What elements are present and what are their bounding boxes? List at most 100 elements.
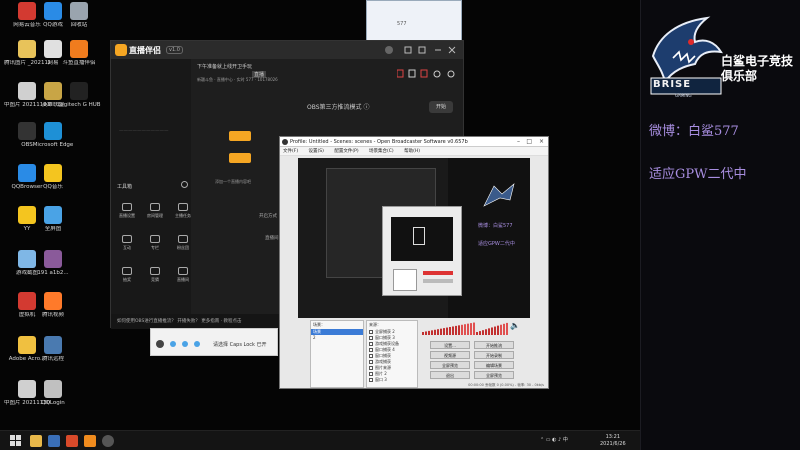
obs-control-button[interactable]: 编辑场景 [474, 361, 514, 369]
sidebar-hint: ——————————— [119, 129, 169, 134]
source-checkbox[interactable] [369, 360, 373, 364]
tools-refresh-icon[interactable] [181, 181, 188, 188]
meter-bar [491, 327, 493, 335]
obs-taskbar-icon[interactable] [102, 435, 114, 447]
source-label: 图片 2 [375, 371, 387, 376]
app-icon [44, 122, 62, 140]
obs-control-button[interactable]: 开始录制 [474, 351, 514, 359]
tool-button[interactable]: 房间管理 [145, 203, 165, 223]
meter-bar [467, 323, 469, 335]
obs-menu-scenes[interactable]: 场景集合(C) [369, 149, 394, 154]
tool-button[interactable]: 抽奖 [117, 267, 137, 287]
window-controls[interactable] [383, 45, 461, 55]
desktop-icon[interactable]: 191 a1b2... [30, 250, 76, 294]
meter-bar [425, 331, 427, 335]
live-top-text: 下午准备就上线开卫手玩 [197, 64, 253, 70]
club-name: 白鲨电子竞技 俱乐部 [721, 54, 793, 84]
tray-date: 2021/6/26 [600, 441, 626, 447]
tools-title: 工具箱 [117, 184, 133, 190]
obs-control-button[interactable]: 退出 [430, 371, 470, 379]
desktop-icon-label: 全屏图 [44, 226, 62, 232]
tool-icon [150, 235, 160, 243]
obs-control-button[interactable]: 设置... [430, 341, 470, 349]
obs-close-button[interactable]: × [539, 137, 544, 147]
meter-bar [485, 329, 487, 335]
source-checkbox[interactable] [369, 342, 373, 346]
tool-button[interactable]: 直播设置 [117, 203, 137, 223]
tool-button[interactable]: 互动 [117, 235, 137, 255]
source-checkbox[interactable] [369, 372, 373, 376]
desktop-icon[interactable]: Microsoft Edge [30, 122, 76, 166]
qq-window[interactable]: 577 [366, 0, 462, 42]
live-toolbar-icons[interactable] [397, 69, 459, 79]
tool-button[interactable]: 主播任务 [173, 203, 193, 223]
obs-minimize-button[interactable]: – [517, 137, 520, 147]
meter-bar [476, 332, 478, 335]
meter-bar [461, 324, 463, 335]
start-live-button[interactable]: 开始 [429, 101, 453, 113]
desktop-icon[interactable]: 全屏图 [30, 206, 76, 250]
app-icon [70, 40, 88, 58]
light-window-icons[interactable] [155, 339, 211, 349]
preview-obs-window [382, 206, 462, 296]
tool-button[interactable]: 专栏 [145, 235, 165, 255]
obs-control-button[interactable]: 全屏预览 [474, 371, 514, 379]
tool-button[interactable]: 竞猜 [145, 267, 165, 287]
source-checkbox[interactable] [369, 336, 373, 340]
desktop-icon[interactable]: QQ音乐 [30, 164, 76, 208]
obs-window[interactable]: Profile: Untitled - Scenes: scenes - Ope… [279, 136, 549, 389]
source-checkbox[interactable] [369, 354, 373, 358]
windows-start-icon[interactable] [10, 435, 22, 447]
desktop-icon[interactable]: QQLogin [30, 380, 76, 424]
scene-item-2[interactable] [229, 153, 251, 163]
scene-item-1[interactable] [229, 131, 251, 141]
obs-menu-help[interactable]: 帮助(H) [404, 149, 420, 154]
calculator-icon[interactable] [48, 435, 60, 447]
obs-control-button[interactable]: 视频源 [430, 351, 470, 359]
tool-button[interactable]: 粉丝团 [173, 235, 193, 255]
live-titlebar: 直播伴侣 v1.0 [111, 41, 463, 59]
source-label: 窗口捕获 [375, 353, 391, 358]
light-window[interactable]: 请选择 Caps Lock 已开 [150, 328, 278, 356]
obs-control-button[interactable]: 开始推流 [474, 341, 514, 349]
tool-button[interactable]: 直播间 [173, 267, 193, 287]
obs-preview[interactable]: 微博：白鲨577 适应GPW二代中 [298, 158, 530, 318]
desktop-icon[interactable]: 斗鱼直播伴侣 [56, 40, 102, 84]
app-icon [44, 292, 62, 310]
meter-bar [479, 331, 481, 335]
source-checkbox[interactable] [369, 330, 373, 334]
file-explorer-icon[interactable] [30, 435, 42, 447]
tool-label: 专栏 [151, 245, 159, 250]
chat-icon[interactable] [66, 435, 78, 447]
preview-adapt: 适应GPW二代中 [478, 241, 515, 247]
music-icon[interactable] [84, 435, 96, 447]
tool-icon [150, 267, 160, 275]
source-checkbox[interactable] [369, 348, 373, 352]
obs-menu-settings[interactable]: 设置(S) [309, 149, 324, 154]
live-sub-text: 新疆斗鱼 · 直播中心 · 实时 577 · 10178026 [197, 77, 278, 82]
obs-status-bar: 00:00:00 丢帧数 0 (0.00%) - 帧率: 30 - 0kb/s [468, 383, 544, 387]
meter-bar [422, 332, 424, 335]
source-checkbox[interactable] [369, 378, 373, 382]
desktop-icon[interactable]: 腾讯远程 [30, 336, 76, 380]
obs-maximize-button[interactable]: □ [526, 137, 532, 147]
desktop-icon[interactable]: Logitech G HUB [56, 82, 102, 126]
audio-meter-desktop[interactable] [422, 321, 478, 335]
obs-menu-profile[interactable]: 配置文件(P) [334, 149, 358, 154]
source-checkbox[interactable] [369, 366, 373, 370]
source-label: 图片来源 [375, 365, 391, 370]
desktop-icon[interactable]: 腾讯视频 [30, 292, 76, 336]
right-hint-1: 开启方式 [259, 214, 277, 219]
scene-row-2[interactable]: 2 [311, 335, 363, 341]
obs-menu-file[interactable]: 文件(F) [283, 149, 298, 154]
app-icon [44, 206, 62, 224]
obs-control-button[interactable]: 全屏预览 [430, 361, 470, 369]
app-icon [70, 2, 88, 20]
tray-clock[interactable]: 13:21 2021/6/26 [600, 434, 626, 448]
tool-label: 主播任务 [175, 213, 191, 218]
meter-bar [464, 324, 466, 335]
tray-icons[interactable]: ⌃ ▭ ◐ ♪ 中 [540, 437, 568, 444]
brand-panel: BRISE GAMING 白鲨电子竞技 俱乐部 微博：白鲨577 适应GPW二代… [640, 0, 800, 450]
mute-speaker-icon[interactable]: 🔈 [510, 321, 520, 330]
app-icon [70, 82, 88, 100]
